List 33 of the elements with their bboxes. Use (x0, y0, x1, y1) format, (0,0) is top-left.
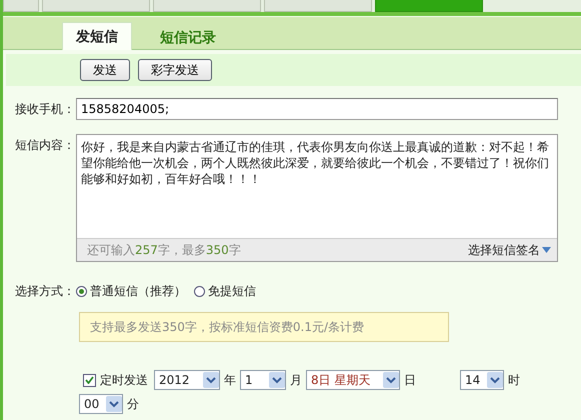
dropdown[interactable]: 00 (79, 394, 123, 414)
character-counter: 还可输入257字，最多350字 (87, 242, 241, 258)
caret-icon (542, 247, 551, 253)
field-label: 短信内容： (15, 137, 76, 154)
message-text-area[interactable]: 你好，我是来自内蒙古省通辽市的佳琪，代表你男友向你送上最真诚的道歉：对不起！希望你能给他一次机会，两个人既然彼此深爱，就要给彼此一个机会，不要错过了！祝你们能够和好如初，百年好合哦！！！ 还可输入257字，最多350字 选择短信签名 (76, 134, 558, 262)
tab[interactable]: 短信记录 (132, 26, 244, 50)
unit-label: 月 (290, 372, 302, 388)
tab[interactable]: 发短信 (62, 22, 132, 50)
dropdown[interactable]: 14 (460, 370, 504, 390)
dropdown[interactable]: 1 (240, 370, 286, 390)
browser-tab[interactable] (375, 0, 483, 12)
browser-tab[interactable] (264, 0, 372, 12)
hint-text: 支持最多发送350字，按标准短信资费0.1元/条计费 (79, 312, 449, 342)
field-label: 选择方式： (15, 283, 76, 300)
message-text: 你好，我是来自内蒙古省通辽市的佳琪，代表你男友向你送上最真诚的道歉：对不起！希望你能给他一次机会，两个人既然彼此深爱，就要给彼此一个机会，不要错过了！祝你们能够和好如初，百年好合哦！！！ (80, 139, 550, 188)
unit-label: 分 (127, 396, 139, 412)
radio-option[interactable]: 普通短信（推荐） (76, 280, 186, 302)
phone-input-field[interactable]: 15858204005; (76, 98, 558, 120)
unit-label: 日 (404, 372, 416, 388)
signature-dropdown[interactable]: 选择短信签名 (468, 242, 551, 258)
checkbox[interactable] (83, 374, 96, 386)
browser-tab[interactable] (153, 0, 261, 12)
radio-option[interactable]: 免提短信 (194, 280, 256, 302)
checkbox-label: 定时发送 (100, 372, 148, 388)
dropdown[interactable]: 2012 (154, 370, 220, 390)
color-text-send-button[interactable]: 彩字发送 (138, 59, 212, 81)
field-label: 接收手机： (15, 101, 76, 118)
unit-label: 年 (224, 372, 236, 388)
send-button[interactable]: 发送 (80, 59, 130, 81)
browser-tab[interactable] (3, 0, 39, 12)
dropdown[interactable]: 8日 星期天 (306, 370, 400, 390)
unit-label: 时 (508, 372, 520, 388)
browser-tab[interactable] (42, 0, 150, 12)
